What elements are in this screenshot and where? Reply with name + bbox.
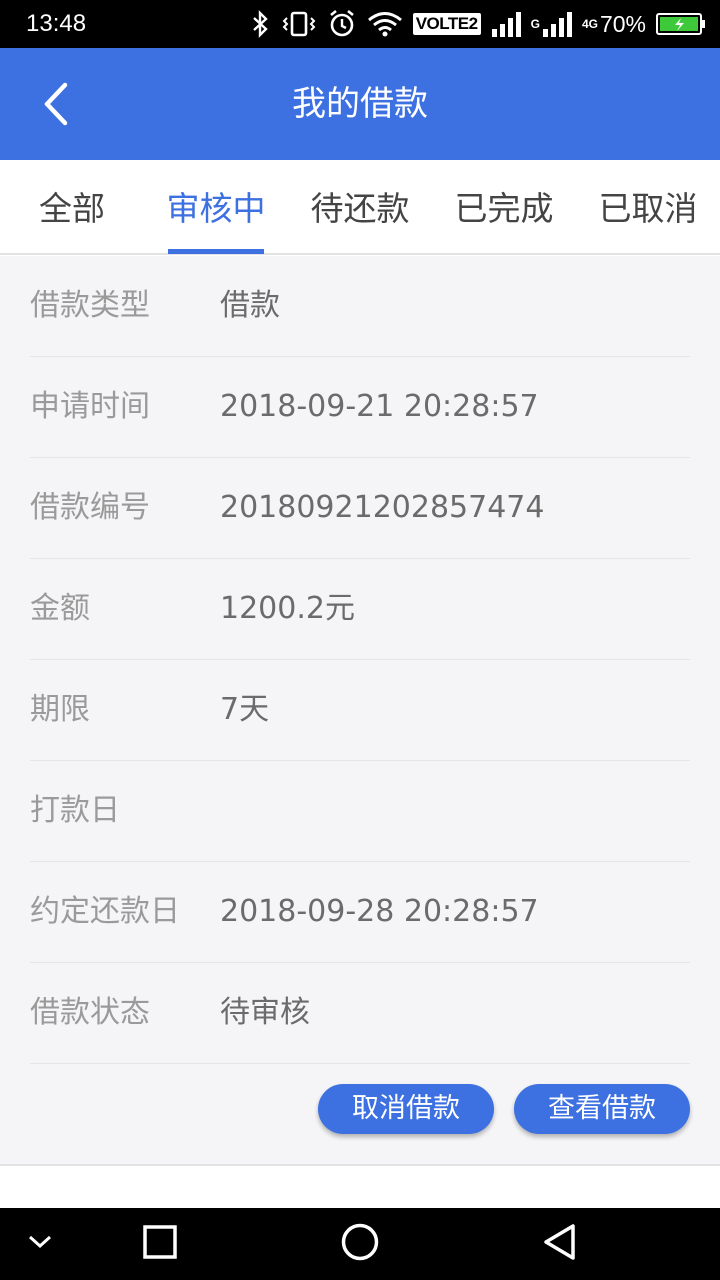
detail-label: 打款日 (30, 793, 120, 828)
signal-icon (542, 11, 572, 37)
wifi-icon (367, 11, 403, 37)
bluetooth-icon (251, 10, 271, 38)
page-title: 我的借款 (292, 84, 428, 124)
triangle-back-icon (542, 1223, 578, 1265)
square-recents-icon (142, 1224, 178, 1264)
detail-value: 7天 (220, 692, 270, 727)
tab-under-review[interactable]: 审核中 (144, 160, 288, 255)
detail-value: 待审核 (220, 995, 310, 1030)
detail-row-loan-status: 借款状态 待审核 (30, 963, 690, 1064)
tab-all[interactable]: 全部 (0, 160, 144, 255)
status-icons: VOLTE2 G 4G 70% (251, 9, 706, 39)
tab-completed[interactable]: 已完成 (432, 160, 576, 255)
chevron-down-icon (26, 1233, 54, 1255)
loan-detail-card: 借款类型 借款 申请时间 2018-09-21 20:28:57 借款编号 20… (0, 256, 720, 1166)
alarm-icon (327, 9, 357, 39)
network-type-label: 4G (581, 17, 598, 31)
bottom-spacer (0, 1166, 720, 1208)
system-back-button[interactable] (515, 1208, 605, 1280)
detail-row-loan-number: 借款编号 20180921202857474 (30, 458, 690, 559)
circle-home-icon (340, 1222, 380, 1266)
detail-row-amount: 金额 1200.2元 (30, 559, 690, 660)
tab-bar: 全部 审核中 待还款 已完成 已取消 (0, 160, 720, 255)
cancel-loan-button[interactable]: 取消借款 (318, 1084, 494, 1134)
detail-value: 借款 (220, 288, 280, 323)
detail-row-loan-type: 借款类型 借款 (30, 256, 690, 357)
hide-nav-button[interactable] (0, 1208, 85, 1280)
app-bar: 我的借款 (0, 48, 720, 160)
network-type-label: G (530, 17, 540, 31)
detail-value: 2018-09-28 20:28:57 (220, 894, 539, 929)
detail-label: 金额 (30, 591, 90, 626)
tab-cancelled[interactable]: 已取消 (576, 160, 720, 255)
status-time: 13:48 (26, 10, 87, 37)
signal-icon (491, 11, 521, 37)
detail-row-term: 期限 7天 (30, 660, 690, 761)
tab-pending-repayment[interactable]: 待还款 (288, 160, 432, 255)
active-tab-indicator (168, 249, 264, 254)
detail-row-due-date: 约定还款日 2018-09-28 20:28:57 (30, 862, 690, 963)
detail-label: 期限 (30, 692, 90, 727)
detail-label: 借款类型 (30, 288, 150, 323)
detail-value: 2018-09-21 20:28:57 (220, 389, 539, 424)
vibrate-icon (281, 10, 317, 38)
system-nav-bar (0, 1208, 720, 1280)
view-loan-button[interactable]: 查看借款 (514, 1084, 690, 1134)
battery-icon (656, 12, 706, 36)
status-bar: 13:48 VOLTE2 G 4G 70% (0, 0, 720, 48)
detail-row-apply-time: 申请时间 2018-09-21 20:28:57 (30, 357, 690, 458)
detail-row-disbursement-date: 打款日 (30, 761, 690, 862)
detail-label: 借款状态 (30, 995, 150, 1030)
detail-label: 申请时间 (30, 389, 150, 424)
detail-label: 约定还款日 (30, 894, 180, 929)
detail-value: 20180921202857474 (220, 490, 545, 525)
detail-label: 借款编号 (30, 490, 150, 525)
volte-badge: VOLTE2 (412, 13, 481, 35)
detail-value: 1200.2元 (220, 591, 355, 626)
home-button[interactable] (315, 1208, 405, 1280)
battery-percent: 70% (599, 10, 646, 37)
recents-button[interactable] (115, 1208, 205, 1280)
